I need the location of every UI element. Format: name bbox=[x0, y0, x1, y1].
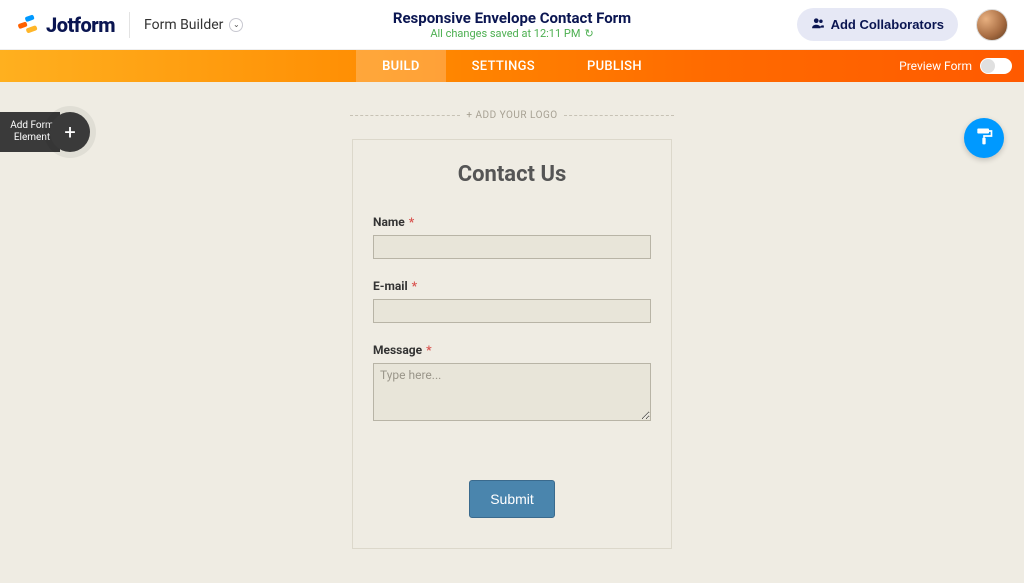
add-form-element[interactable]: Add Form Element + bbox=[0, 112, 90, 152]
refresh-icon: ↻ bbox=[584, 27, 593, 40]
save-status: All changes saved at 12:11 PM ↻ bbox=[393, 27, 631, 40]
builder-mode-label: Form Builder bbox=[144, 17, 223, 33]
name-input[interactable] bbox=[373, 235, 651, 259]
preview-form-label: Preview Form bbox=[899, 59, 972, 73]
canvas: Add Form Element + + ADD YOUR LOGO Conta… bbox=[0, 82, 1024, 583]
preview-toggle[interactable] bbox=[980, 58, 1012, 74]
add-logo-label: + ADD YOUR LOGO bbox=[466, 110, 557, 121]
add-collaborators-button[interactable]: Add Collaborators bbox=[797, 8, 958, 41]
tab-publish[interactable]: PUBLISH bbox=[561, 50, 668, 82]
builder-mode-dropdown[interactable]: Form Builder ⌄ bbox=[144, 17, 243, 33]
top-header: Jotform Form Builder ⌄ Responsive Envelo… bbox=[0, 0, 1024, 50]
tab-settings[interactable]: SETTINGS bbox=[446, 50, 561, 82]
required-indicator: * bbox=[409, 215, 414, 229]
form-card[interactable]: Contact Us Name* E-mail* Message* Submit bbox=[352, 139, 672, 549]
message-label: Message* bbox=[373, 343, 651, 357]
required-indicator: * bbox=[426, 343, 431, 357]
form-designer-button[interactable] bbox=[964, 118, 1004, 158]
message-textarea[interactable] bbox=[373, 363, 651, 421]
brand-name: Jotform bbox=[46, 13, 115, 37]
field-name[interactable]: Name* bbox=[373, 215, 651, 259]
plus-icon[interactable]: + bbox=[50, 112, 90, 152]
brand-logo[interactable]: Jotform bbox=[16, 13, 115, 37]
title-block: Responsive Envelope Contact Form All cha… bbox=[393, 9, 631, 40]
nav-bar: BUILD SETTINGS PUBLISH Preview Form bbox=[0, 50, 1024, 82]
form-heading[interactable]: Contact Us bbox=[373, 162, 651, 187]
submit-button[interactable]: Submit bbox=[469, 480, 555, 518]
divider bbox=[129, 12, 130, 38]
tab-build[interactable]: BUILD bbox=[356, 50, 446, 82]
email-input[interactable] bbox=[373, 299, 651, 323]
chevron-down-icon: ⌄ bbox=[229, 18, 243, 32]
email-label: E-mail* bbox=[373, 279, 651, 293]
add-your-logo[interactable]: + ADD YOUR LOGO bbox=[0, 110, 1024, 121]
paint-roller-icon bbox=[974, 126, 994, 150]
toggle-knob bbox=[981, 59, 995, 73]
name-label: Name* bbox=[373, 215, 651, 229]
jotform-logo-icon bbox=[16, 13, 40, 37]
people-icon bbox=[811, 16, 825, 33]
required-indicator: * bbox=[412, 279, 417, 293]
user-avatar[interactable] bbox=[976, 9, 1008, 41]
page-title[interactable]: Responsive Envelope Contact Form bbox=[393, 9, 631, 27]
field-email[interactable]: E-mail* bbox=[373, 279, 651, 323]
field-message[interactable]: Message* bbox=[373, 343, 651, 425]
